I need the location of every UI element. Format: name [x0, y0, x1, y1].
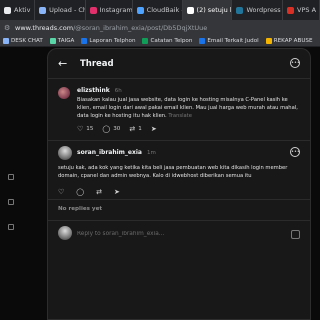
nav-icon[interactable] — [8, 199, 14, 205]
browser-tab[interactable]: (2) setuju k✕ — [182, 0, 233, 20]
tab-favicon-icon — [186, 6, 194, 14]
like-count: 15 — [86, 126, 94, 133]
bookmark-label: Email Terkait Judol — [207, 37, 259, 44]
more-icon[interactable]: ••• — [290, 147, 300, 158]
tab-label: Upload - Ch — [49, 6, 86, 14]
repost-icon: ⇄ — [129, 125, 136, 134]
bookmark-item[interactable]: Catatan Telpon — [142, 37, 193, 44]
tab-favicon-icon — [236, 6, 244, 14]
reply-input[interactable] — [77, 228, 277, 239]
reply-username[interactable]: soran_ibrahim_exia — [77, 149, 142, 156]
bookmark-icon — [142, 37, 149, 44]
bookmark-label: Catatan Telpon — [150, 37, 193, 44]
tab-favicon-icon — [287, 6, 295, 14]
post-time: 6h — [114, 88, 122, 94]
bookmarks-bar: DESK CHAT TAIGA Laporan Telphon Catatan Tel… — [0, 35, 320, 47]
image-icon[interactable] — [291, 229, 300, 239]
reply-count: 30 — [113, 126, 121, 133]
bookmark-item[interactable]: Email Terkait Judol — [199, 37, 259, 44]
reply-text: setuju kak, ada kok yang ketika kita bel… — [58, 165, 288, 179]
url-text[interactable]: www.threads.com/@soran_ibrahim_exia/post… — [15, 24, 207, 32]
reply-header: soran_ibrahim_exia 1m ••• — [48, 141, 310, 163]
tab-label: CloudBaik - — [146, 6, 183, 14]
post-username[interactable]: elizsthink — [77, 87, 110, 94]
tab-label: VPS A — [297, 6, 317, 14]
more-icon[interactable]: ••• — [290, 58, 300, 68]
share-icon[interactable]: ➤ — [114, 188, 120, 196]
share-button[interactable]: ➤ — [151, 126, 157, 134]
address-bar[interactable]: ⚙ www.threads.com/@soran_ibrahim_exia/po… — [0, 20, 320, 35]
no-replies-label: No replies yet — [58, 205, 103, 212]
url-host: www.threads.com — [15, 23, 74, 32]
repost-count: 1 — [138, 126, 142, 133]
bookmark-item[interactable]: Laporan Telphon — [81, 37, 136, 44]
bookmark-label: TAIGA — [57, 37, 75, 44]
threads-page: ← Thread ••• elizsthink 6h Biasakan kala… — [0, 48, 320, 320]
bookmark-icon — [199, 37, 206, 44]
heart-icon: ♡ — [77, 125, 84, 134]
like-button[interactable]: ♡ 15 — [77, 126, 93, 134]
heart-icon[interactable]: ♡ — [58, 188, 64, 196]
comment-icon: ◯ — [102, 125, 111, 134]
bookmark-icon — [81, 37, 88, 44]
tab-label: Wordpress i — [246, 6, 284, 14]
post-actions: ♡ 15 ◯ 30 ⇄ 1 ➤ — [77, 126, 300, 134]
bookmark-label: REKAP ABUSE — [273, 37, 313, 44]
repost-icon[interactable]: ⇄ — [96, 188, 102, 196]
original-post: elizsthink 6h Biasakan kalau jual jasa w… — [48, 79, 310, 140]
bookmark-label: Laporan Telphon — [89, 37, 136, 44]
avatar[interactable] — [58, 146, 72, 161]
bookmark-label: DESK CHAT — [11, 37, 43, 44]
repost-button[interactable]: ⇄ 1 — [129, 126, 141, 134]
nav-icon[interactable] — [8, 224, 14, 230]
reply-actions: ♡ ◯ ⇄ ➤ — [48, 181, 310, 199]
bookmark-icon — [265, 37, 272, 44]
nav-icon[interactable] — [8, 174, 14, 180]
thread-panel: ← Thread ••• elizsthink 6h Biasakan kala… — [47, 48, 311, 320]
tab-favicon-icon — [39, 6, 47, 14]
reply-button[interactable]: ◯ 30 — [102, 126, 120, 134]
left-nav-rail — [8, 174, 16, 249]
thread-header: ← Thread ••• — [48, 49, 310, 78]
comment-icon[interactable]: ◯ — [76, 188, 84, 196]
tab-label: (2) setuju k — [196, 6, 233, 14]
arrow-left-icon[interactable]: ← — [58, 57, 76, 70]
bookmark-item[interactable]: DESK CHAT — [3, 37, 43, 44]
browser-tab[interactable]: Aktiv✕ — [0, 0, 36, 20]
tab-favicon-icon — [89, 6, 97, 14]
browser-tab[interactable]: VPS A✕ — [283, 0, 320, 20]
tab-label: Instagram — [99, 6, 133, 14]
tab-label: Aktiv — [14, 6, 31, 14]
post-text: Biasakan kalau jual jasa website, data l… — [77, 97, 300, 134]
translate-link[interactable]: Translate — [168, 113, 192, 119]
reply-time: 1m — [146, 150, 156, 157]
site-info-icon[interactable]: ⚙ — [4, 24, 12, 32]
share-icon: ➤ — [150, 125, 157, 134]
browser-tab[interactable]: Wordpress i✕ — [232, 0, 284, 20]
avatar[interactable] — [58, 87, 70, 99]
browser-tab-bar: Aktiv✕Upload - Ch✕Instagram✕CloudBaik - … — [0, 0, 320, 20]
bookmark-icon — [49, 37, 56, 44]
bookmark-icon — [3, 37, 9, 44]
browser-tab[interactable]: Upload - Ch✕ — [35, 0, 86, 20]
url-path: /@soran_ibrahim_exia/post/Db5DqjXtUue — [73, 23, 208, 32]
reply-composer — [48, 221, 310, 249]
tab-favicon-icon — [136, 6, 144, 14]
avatar — [58, 225, 72, 240]
browser-tab[interactable]: CloudBaik - ✕ — [133, 0, 183, 20]
page-title: Thread — [80, 58, 114, 69]
tab-favicon-icon — [4, 6, 11, 14]
bookmark-item[interactable]: REKAP ABUSE — [265, 37, 313, 44]
browser-tab[interactable]: Instagram✕ — [86, 0, 133, 20]
bookmark-item[interactable]: TAIGA — [49, 37, 75, 44]
